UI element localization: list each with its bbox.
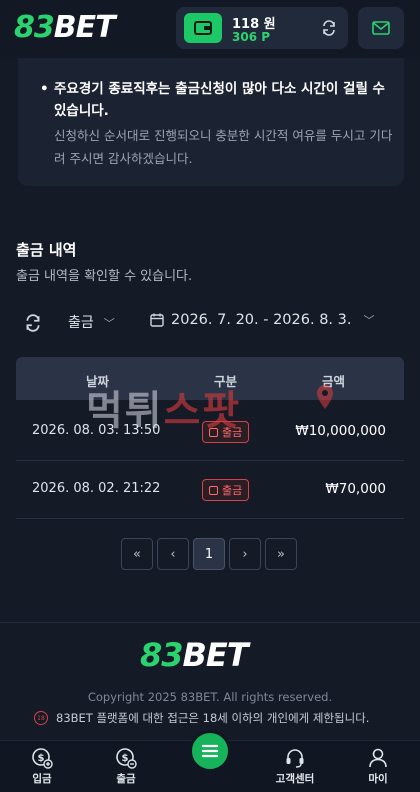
row-amount: ₩10,000,000 bbox=[295, 423, 386, 439]
nav-my[interactable]: 마이 bbox=[348, 747, 408, 786]
page-current-button[interactable]: 1 bbox=[193, 538, 225, 570]
brand-logo[interactable]: 83BET bbox=[14, 8, 116, 48]
column-amount: 금액 bbox=[322, 374, 346, 389]
headset-icon bbox=[286, 749, 304, 768]
deposit-icon: $ bbox=[32, 748, 53, 769]
bottom-nav: $ 입금 $ 출금 고객센터 마이 bbox=[0, 730, 420, 792]
table-row: 2026. 08. 02. 21:22 출금 ₩70,000 bbox=[16, 463, 404, 519]
mail-button[interactable] bbox=[358, 7, 404, 49]
wallet-balance[interactable]: 118 원 306 P bbox=[176, 7, 348, 49]
chevron-down-icon: ﹀ bbox=[103, 317, 115, 330]
type-select-value: 출금 bbox=[68, 315, 94, 331]
user-icon bbox=[369, 748, 387, 768]
nav-withdraw[interactable]: $ 출금 bbox=[96, 747, 156, 786]
page-next-button[interactable]: › bbox=[229, 538, 261, 570]
nav-my-label: 마이 bbox=[368, 773, 388, 785]
logo-number: 83 bbox=[14, 10, 55, 45]
notice-bullet: • bbox=[40, 81, 49, 97]
row-date: 2026. 08. 02. 21:22 bbox=[32, 481, 161, 496]
age-restriction-notice: 18 83BET 플랫폼에 대한 접근은 18세 이하의 개인에게 제한됩니다. bbox=[34, 710, 369, 726]
row-amount: ₩70,000 bbox=[325, 481, 386, 497]
history-title: 출금 내역 bbox=[16, 241, 77, 259]
page-last-button[interactable]: » bbox=[265, 538, 297, 570]
refresh-icon bbox=[323, 20, 335, 36]
notice-bold-text: 주요경기 종료직후는 출금신청이 많아 다소 시간이 걸릴 수 있습니다. bbox=[54, 81, 385, 119]
age-restriction-icon: 18 bbox=[34, 711, 48, 725]
column-date: 날짜 bbox=[86, 374, 110, 389]
wallet-points: 306 P bbox=[232, 30, 271, 44]
notice-detail-text: 신청하신 순서대로 진행되오니 충분한 시간적 여유를 두시고 기다려 주시면 … bbox=[54, 128, 393, 166]
calendar-icon bbox=[150, 313, 164, 327]
wallet-icon bbox=[184, 13, 222, 43]
notice-bold-line: • 주요경기 종료직후는 출금신청이 많아 다소 시간이 걸릴 수 있습니다. bbox=[40, 78, 390, 122]
svg-text:$: $ bbox=[38, 753, 45, 764]
copyright-text: Copyright 2025 83BET. All rights reserve… bbox=[87, 690, 333, 704]
nav-deposit-label: 입금 bbox=[32, 773, 52, 785]
refresh-balance-button[interactable] bbox=[318, 17, 340, 39]
nav-deposit[interactable]: $ 입금 bbox=[12, 747, 72, 786]
pagination: « ‹ 1 › » bbox=[121, 538, 301, 570]
type-select[interactable]: 출금 ﹀ bbox=[68, 312, 115, 332]
age-restriction-text: 83BET 플랫폼에 대한 접근은 18세 이하의 개인에게 제한됩니다. bbox=[56, 711, 370, 725]
row-date: 2026. 08. 03. 13:50 bbox=[32, 423, 161, 438]
hamburger-menu-icon bbox=[201, 744, 219, 758]
history-filters: 출금 ﹀ 2026. 7. 20. - 2026. 8. 3. ﹀ bbox=[16, 308, 406, 338]
filter-refresh-button[interactable] bbox=[24, 314, 42, 332]
history-table-header: 날짜 구분 금액 bbox=[16, 357, 404, 400]
footer-logo: 83BET bbox=[140, 636, 249, 674]
header: 83BET 118 원 306 P bbox=[0, 0, 420, 58]
date-range-picker[interactable]: 2026. 7. 20. - 2026. 8. 3. ﹀ bbox=[150, 312, 374, 328]
withdraw-icon bbox=[209, 427, 218, 437]
footer-divider bbox=[0, 622, 420, 623]
table-row: 2026. 08. 03. 13:50 출금 ₩10,000,000 bbox=[16, 405, 404, 461]
chevron-down-icon: ﹀ bbox=[363, 314, 375, 327]
page-first-button[interactable]: « bbox=[121, 538, 153, 570]
status-badge: 출금 bbox=[202, 479, 250, 501]
nav-withdraw-label: 출금 bbox=[116, 773, 136, 785]
withdraw-notice: • 주요경기 종료직후는 출금신청이 많아 다소 시간이 걸릴 수 있습니다. … bbox=[18, 58, 404, 186]
status-badge: 출금 bbox=[202, 421, 250, 443]
refresh-icon bbox=[26, 314, 40, 332]
footer-logo-number: 83 bbox=[140, 636, 184, 674]
withdraw-icon bbox=[209, 485, 218, 495]
logo-text: BET bbox=[53, 10, 116, 45]
date-range-value: 2026. 7. 20. - 2026. 8. 3. bbox=[171, 312, 352, 328]
column-type: 구분 bbox=[214, 374, 238, 389]
history-subtitle: 출금 내역을 확인할 수 있습니다. bbox=[16, 269, 193, 284]
page-prev-button[interactable]: ‹ bbox=[157, 538, 189, 570]
nav-support[interactable]: 고객센터 bbox=[265, 747, 325, 786]
footer-logo-text: BET bbox=[182, 636, 249, 674]
nav-support-label: 고객센터 bbox=[275, 773, 315, 785]
withdraw-icon: $ bbox=[116, 748, 137, 769]
mail-icon bbox=[372, 21, 390, 35]
svg-text:$: $ bbox=[122, 753, 129, 764]
badge-label: 출금 bbox=[222, 484, 243, 497]
badge-label: 출금 bbox=[222, 426, 243, 439]
menu-button[interactable] bbox=[189, 730, 231, 772]
